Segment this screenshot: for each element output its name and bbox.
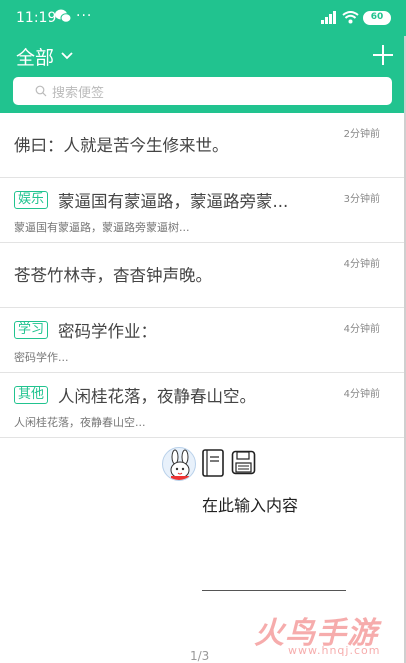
- folder-dropdown[interactable]: 全部: [16, 42, 74, 70]
- input-underline: [202, 590, 346, 591]
- signal-icon: [321, 11, 336, 24]
- note-time: 4分钟前: [343, 389, 380, 400]
- content-input-prompt[interactable]: 在此输入内容: [202, 492, 298, 516]
- note-title: 佛曰：人就是苦今生修来世。: [14, 136, 229, 155]
- note-time: 4分钟前: [343, 259, 380, 270]
- note-preview: 人闲桂花落，夜静春山空...: [14, 416, 146, 429]
- note-title-row: 苍苍竹林寺，杳杳钟声晚。: [14, 262, 212, 286]
- note-title: 蒙逼国有蒙逼路，蒙逼路旁蒙...: [58, 192, 289, 211]
- title-row: 全部: [0, 38, 406, 74]
- note-preview: 密码学作...: [14, 351, 69, 364]
- note-time: 4分钟前: [343, 324, 380, 335]
- page-indicator: 1/3: [190, 649, 210, 663]
- note-tag: 学习: [14, 321, 49, 339]
- note-title-row: 佛曰：人就是苦今生修来世。: [14, 132, 229, 156]
- search-input[interactable]: 搜索便签: [13, 77, 392, 105]
- note-tag: 其他: [14, 386, 49, 404]
- chevron-down-icon: [61, 52, 73, 60]
- save-icon[interactable]: [231, 450, 256, 475]
- watermark-sub: www.hnqj.com: [288, 644, 381, 657]
- note-item[interactable]: 佛曰：人就是苦今生修来世。 2分钟前: [0, 113, 406, 178]
- search-icon: [35, 85, 47, 97]
- avatar[interactable]: [162, 447, 196, 481]
- search-placeholder: 搜索便签: [52, 85, 105, 101]
- note-tag: 娱乐: [14, 191, 49, 209]
- note-title: 人闲桂花落，夜静春山空。: [58, 387, 257, 406]
- app-header: 11:19 ··· 60 全部 搜索便签: [0, 0, 406, 113]
- note-title: 苍苍竹林寺，杳杳钟声晚。: [14, 266, 212, 285]
- note-time: 2分钟前: [343, 129, 380, 140]
- note-item[interactable]: 其他 人闲桂花落，夜静春山空。 人闲桂花落，夜静春山空... 4分钟前: [0, 373, 406, 438]
- note-item[interactable]: 学习 密码学作业： 密码学作... 4分钟前: [0, 308, 406, 373]
- wechat-icon: [55, 9, 71, 23]
- note-item[interactable]: 苍苍竹林寺，杳杳钟声晚。 4分钟前: [0, 243, 406, 308]
- note-time: 3分钟前: [343, 194, 380, 205]
- status-more-indicator: ···: [76, 8, 93, 24]
- note-title-row: 学习 密码学作业：: [14, 318, 157, 342]
- status-bar: 11:19 ··· 60: [0, 0, 406, 36]
- wifi-icon: [342, 11, 359, 24]
- note-preview: 蒙逼国有蒙逼路，蒙逼路旁蒙逼树...: [14, 221, 190, 234]
- notebook-icon[interactable]: [201, 449, 225, 477]
- note-title-row: 娱乐 蒙逼国有蒙逼路，蒙逼路旁蒙...: [14, 188, 288, 212]
- note-title: 密码学作业：: [58, 322, 158, 341]
- folder-label: 全部: [16, 46, 55, 69]
- note-title-row: 其他 人闲桂花落，夜静春山空。: [14, 383, 256, 407]
- watermark: 火鸟手游网 www.hnqj.com: [252, 608, 402, 663]
- status-time: 11:19: [16, 10, 57, 26]
- rabbit-avatar-icon: [170, 449, 190, 480]
- note-item[interactable]: 娱乐 蒙逼国有蒙逼路，蒙逼路旁蒙... 蒙逼国有蒙逼路，蒙逼路旁蒙逼树... 3…: [0, 178, 406, 243]
- plus-icon[interactable]: [372, 44, 394, 66]
- battery-indicator: 60: [363, 11, 391, 25]
